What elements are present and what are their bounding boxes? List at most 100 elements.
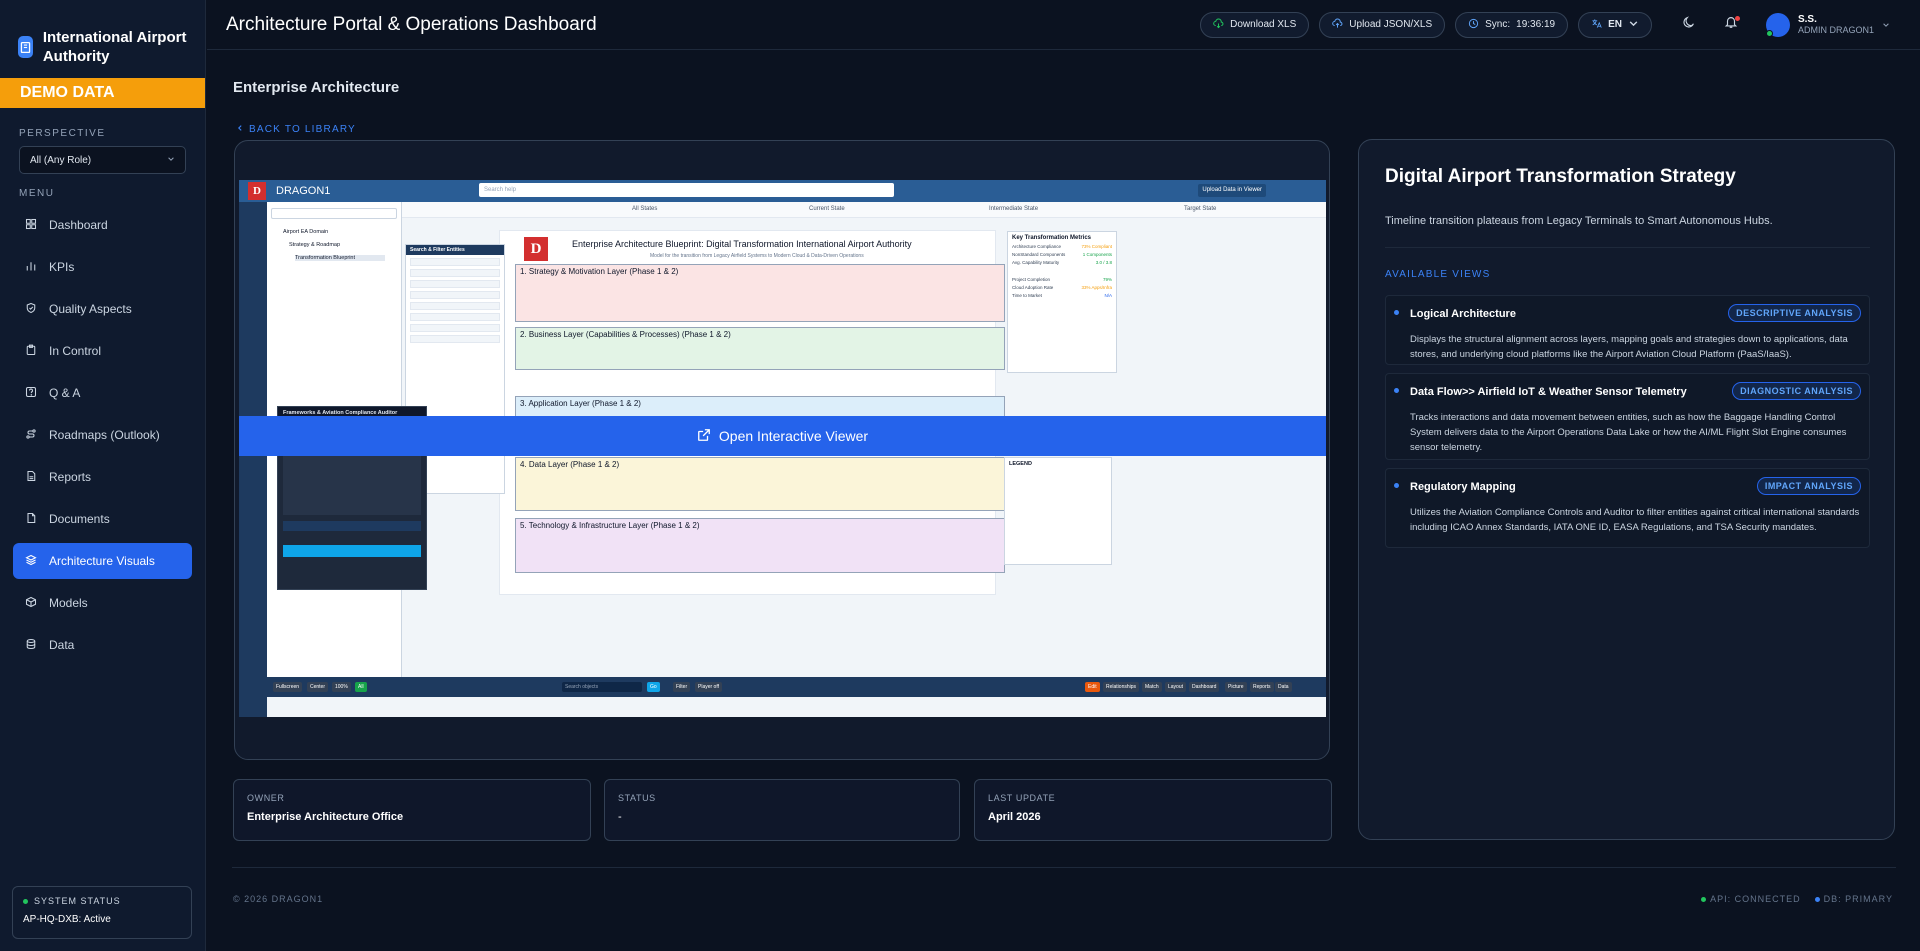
metric-value: 79% xyxy=(1102,277,1112,282)
business-layer: 2. Business Layer (Capabilities & Proces… xyxy=(515,327,1005,370)
upload-json-button[interactable]: Upload JSON/XLS xyxy=(1319,11,1446,38)
preview-layout-button: Layout xyxy=(1165,682,1187,692)
metric-row: Avg. Capability Maturity 3.0 / 3.8 xyxy=(1012,260,1112,265)
footer-divider xyxy=(232,867,1896,868)
blueprint-subtitle: Model for the transition from Legacy Air… xyxy=(650,253,864,259)
sidebar-item-reports[interactable]: Reports xyxy=(13,459,192,495)
moon-icon xyxy=(1682,15,1696,34)
preview-bottom-toolbar: Fullscreen Center 100% All Search object… xyxy=(267,677,1326,697)
top-header: Architecture Portal & Operations Dashboa… xyxy=(207,0,1920,50)
user-role: ADMIN DRAGON1 xyxy=(1797,25,1874,35)
metric-value: 3.0 / 3.8 xyxy=(1095,260,1112,265)
sidebar-item-dashboard[interactable]: Dashboard xyxy=(13,207,192,243)
sidebar-item-label: Reports xyxy=(49,470,92,484)
language-value: EN xyxy=(1608,19,1622,30)
header-title: Architecture Portal & Operations Dashboa… xyxy=(226,13,597,35)
report-icon xyxy=(25,470,37,485)
metric-value: N/A xyxy=(1104,293,1112,298)
preview-state-current: Current State xyxy=(809,206,845,212)
sync-time: 19:36:19 xyxy=(1516,19,1556,30)
cloud-upload-icon xyxy=(1332,18,1343,32)
view-card-regulatory-mapping[interactable]: Regulatory Mapping IMPACT ANALYSIS Utili… xyxy=(1385,468,1870,548)
preview-metrics-panel: Key Transformation Metrics Architecture … xyxy=(1007,231,1117,373)
preview-filter-row xyxy=(410,313,500,321)
divider xyxy=(1385,247,1870,248)
theme-toggle-button[interactable] xyxy=(1676,12,1702,38)
user-menu[interactable]: S.S. ADMIN DRAGON1 xyxy=(1765,12,1890,37)
chevron-down-icon xyxy=(167,155,175,166)
preview-filter-row xyxy=(410,324,500,332)
preview-state-target: Target State xyxy=(1184,206,1217,212)
sync-label: Sync: xyxy=(1485,19,1511,30)
metric-key: Architecture Compliance xyxy=(1012,244,1062,249)
view-tag: IMPACT ANALYSIS xyxy=(1756,477,1861,495)
strategy-subtitle: Timeline transition plateaus from Legacy… xyxy=(1385,215,1773,227)
owner-card: OWNER Enterprise Architecture Office xyxy=(233,779,591,841)
view-tag: DESCRIPTIVE ANALYSIS xyxy=(1728,304,1861,322)
preview-tree-root: Airport EA Domain xyxy=(283,229,329,235)
sidebar-item-in-control[interactable]: In Control xyxy=(13,333,192,369)
clock-icon xyxy=(1468,18,1479,32)
sidebar-item-kpis[interactable]: KPIs xyxy=(13,249,192,285)
notification-badge xyxy=(1734,15,1740,21)
preview-filter-row xyxy=(410,302,500,310)
sidebar-item-documents[interactable]: Documents xyxy=(13,501,192,537)
metric-value: 73% Compliant xyxy=(1081,244,1112,249)
preview-match-button: Match xyxy=(1142,682,1162,692)
online-status-icon xyxy=(1765,29,1773,37)
sidebar-item-label: Roadmaps (Outlook) xyxy=(49,428,160,442)
notifications-button[interactable] xyxy=(1718,12,1744,38)
data-layer: 4. Data Layer (Phase 1 & 2) xyxy=(515,457,1005,511)
download-xls-label: Download XLS xyxy=(1230,19,1297,30)
preview-app-name: DRAGON1 xyxy=(276,185,331,197)
brand-name: International Airport Authority xyxy=(42,29,187,65)
sidebar-item-label: Architecture Visuals xyxy=(49,554,155,568)
sidebar-item-quality-aspects[interactable]: Quality Aspects xyxy=(13,291,192,327)
sidebar-item-label: Q & A xyxy=(49,386,81,400)
sidebar-item-architecture-visuals[interactable]: Architecture Visuals xyxy=(13,543,192,579)
metric-row: Architecture Compliance 73% Compliant xyxy=(1012,244,1112,249)
view-card-logical-architecture[interactable]: Logical Architecture DESCRIPTIVE ANALYSI… xyxy=(1385,295,1870,365)
sidebar-item-q-a[interactable]: Q & A xyxy=(13,375,192,411)
back-to-library-link[interactable]: BACK TO LIBRARY xyxy=(236,124,356,135)
system-status: SYSTEM STATUS AP-HQ-DXB: Active xyxy=(12,886,192,939)
clipboard-icon xyxy=(25,344,37,359)
open-interactive-viewer-button[interactable]: Open Interactive Viewer xyxy=(239,416,1326,456)
translate-icon xyxy=(1591,18,1602,32)
sidebar-item-roadmaps-outlook[interactable]: Roadmaps (Outlook) xyxy=(13,417,192,453)
status-label: STATUS xyxy=(618,793,656,803)
owner-value: Enterprise Architecture Office xyxy=(247,811,404,823)
main-menu: Dashboard KPIs Quality Aspects In Control Q … xyxy=(0,207,205,663)
api-status: API: CONNECTED xyxy=(1701,894,1801,904)
dragon1-logo-icon: D xyxy=(248,182,266,200)
application-layer-title: 3. Application Layer (Phase 1 & 2) xyxy=(520,399,641,408)
preview-filter-row xyxy=(410,269,500,277)
system-status-label: SYSTEM STATUS xyxy=(34,896,121,906)
preview-filter-row xyxy=(410,291,500,299)
metric-key: Project Completion xyxy=(1012,277,1051,282)
chevron-left-icon xyxy=(236,124,244,135)
bar-chart-icon xyxy=(25,260,37,275)
view-card-data-flow[interactable]: Data Flow>> Airfield IoT & Weather Senso… xyxy=(1385,373,1870,460)
download-xls-button[interactable]: Download XLS xyxy=(1200,11,1310,38)
preview-filter-row xyxy=(410,335,500,343)
sidebar-item-data[interactable]: Data xyxy=(13,627,192,663)
language-select[interactable]: EN xyxy=(1578,11,1652,38)
layers-icon xyxy=(25,554,37,569)
perspective-select[interactable]: All (Any Role) xyxy=(19,146,186,174)
back-to-library-label: BACK TO LIBRARY xyxy=(249,124,356,135)
strategy-title: Digital Airport Transformation Strategy xyxy=(1385,166,1736,187)
sidebar-item-models[interactable]: Models xyxy=(13,585,192,621)
external-link-icon xyxy=(697,428,711,445)
bullet-icon xyxy=(1394,310,1399,315)
metric-row: NonStandard Components 1 Components xyxy=(1012,252,1112,257)
perspective-label: PERSPECTIVE xyxy=(19,128,106,139)
brand[interactable]: International Airport Authority xyxy=(0,0,205,76)
view-description: Tracks interactions and data movement be… xyxy=(1410,412,1847,453)
sync-indicator[interactable]: Sync: 19:36:19 xyxy=(1455,11,1569,38)
metric-row: Project Completion 79% xyxy=(1012,277,1112,282)
metric-row: Time to Market N/A xyxy=(1012,293,1112,298)
preview-center-button: Center xyxy=(307,682,329,692)
metric-key: Avg. Capability Maturity xyxy=(1012,260,1060,265)
sidebar-item-label: Models xyxy=(49,596,88,610)
